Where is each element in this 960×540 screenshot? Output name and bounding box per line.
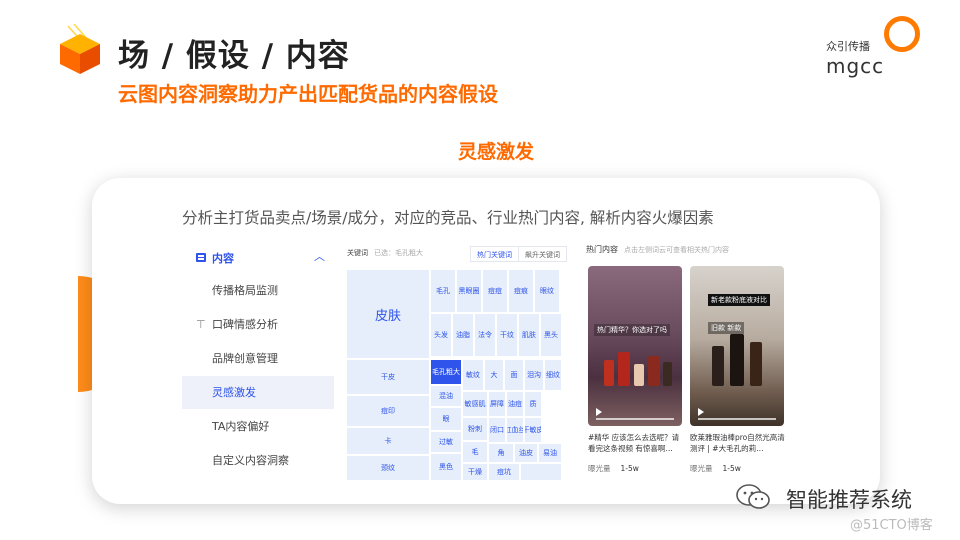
menu-item-sentiment[interactable]: ⊤ 口碑情感分析 — [182, 308, 334, 341]
video-controls — [588, 396, 682, 426]
treemap-cell[interactable]: 肌肤 — [519, 314, 539, 356]
chevron-up-icon[interactable]: ︿ — [314, 248, 325, 264]
menu-item-label: 口碑情感分析 — [212, 318, 278, 331]
video-metric: 曝光量 1-5w — [588, 463, 639, 474]
treemap-cell[interactable]: 屏障 — [489, 392, 505, 416]
menu-item-spread-monitor[interactable]: 传播格局监测 — [182, 274, 334, 307]
video-card[interactable]: 热门精华？你选对了吗 — [588, 266, 682, 426]
treemap-cell[interactable]: 干皮 — [347, 360, 429, 394]
metric-label: 曝光量 — [690, 464, 713, 473]
treemap-cell[interactable]: 法令 — [475, 314, 495, 356]
treemap-cell[interactable]: 敏感肌 — [463, 392, 487, 416]
treemap-cell[interactable]: 面 — [505, 360, 523, 390]
slide: 场 / 假设 / 内容 云图内容洞察助力产出匹配货品的内容假设 众引传播 mgc… — [0, 0, 960, 540]
card-headline: 分析主打货品卖点/场景/成分，对应的竞品、行业热门内容, 解析内容火爆因素 — [182, 209, 714, 227]
screenshot-card: 分析主打货品卖点/场景/成分，对应的竞品、行业热门内容, 解析内容火爆因素 内容… — [92, 178, 880, 504]
treemap-cell[interactable]: 干纹 — [497, 314, 517, 356]
treemap-cell[interactable]: 混油 — [431, 386, 461, 406]
brand-cn: 众引传播 — [826, 40, 870, 53]
brand-ring-icon — [884, 16, 920, 52]
treemap-cell[interactable]: 颈纹 — [347, 456, 429, 480]
video-overlay-subtext: 旧款 新款 — [708, 322, 745, 334]
keyword-treemap: 皮肤 毛孔 黑眼圈 痘痘 痘痕 眼纹头发 油脂 法令 干纹 肌肤 黑头干皮 毛孔粗大 敏纹大面泪沟 细纹痘… — [347, 270, 567, 480]
treemap-cell[interactable]: 闭口 — [489, 418, 505, 442]
keyword-label: 关键词 — [347, 249, 368, 257]
tab-hot-keywords[interactable]: 热门关键词 — [471, 247, 519, 261]
metric-label: 曝光量 — [588, 464, 611, 473]
section-title: 灵感激发 — [458, 141, 535, 163]
progress-bar[interactable] — [596, 418, 674, 420]
treemap-cell[interactable]: 眼 — [431, 408, 461, 430]
selected-keyword: 已选：毛孔粗大 — [374, 249, 423, 257]
treemap-cell[interactable]: 泪沟 — [525, 360, 543, 390]
treemap-cell[interactable]: 眼纹 — [535, 270, 559, 312]
video-overlay-text: 热门精华？你选对了吗 — [594, 324, 670, 336]
treemap-cell[interactable]: 油痘 — [507, 392, 523, 416]
treemap-cell[interactable]: 干燥 — [463, 464, 487, 480]
treemap-cell[interactable]: 细纹 — [545, 360, 561, 390]
treemap-cell[interactable]: 粉刺 — [463, 418, 487, 440]
treemap-cell[interactable]: 黑眼圈 — [457, 270, 481, 312]
treemap-cell[interactable]: 干敏皮 — [525, 418, 541, 442]
watermark: @51CTO博客 — [850, 518, 933, 533]
treemap-cell[interactable] — [521, 464, 561, 480]
play-icon[interactable] — [698, 408, 704, 416]
treemap-cell[interactable]: 痘痘 — [483, 270, 507, 312]
treemap-cell[interactable]: 过敏 — [431, 432, 461, 452]
treemap-cell[interactable]: 敏纹 — [463, 360, 483, 390]
treemap-cell[interactable]: 痘坑 — [489, 464, 519, 480]
treemap-cell[interactable]: 大 — [485, 360, 503, 390]
content-icon — [196, 253, 206, 262]
hot-content-hint: 点击左侧词云可查看相关热门内容 — [624, 246, 729, 254]
page-title: 场 / 假设 / 内容 — [118, 38, 350, 74]
treemap-cell[interactable]: 红血丝 — [507, 418, 523, 442]
progress-bar[interactable] — [698, 418, 776, 420]
treemap-cell[interactable]: 黑色 — [431, 454, 461, 480]
treemap-cell[interactable]: 毛孔粗大 — [431, 360, 461, 384]
treemap-cell[interactable]: 质 — [525, 392, 541, 416]
treemap-cell[interactable]: 油脂 — [453, 314, 473, 356]
treemap-cell[interactable]: 痘痕 — [509, 270, 533, 312]
treemap-cell[interactable]: 油皮 — [515, 444, 537, 462]
hot-content-title: 热门内容 — [586, 245, 618, 254]
menu-item-inspiration[interactable]: 灵感激发 — [182, 376, 334, 409]
hot-content-panel: 热门内容 点击左侧词云可查看相关热门内容 热门精华？你选对了吗 新老款粉底液对比 … — [576, 238, 794, 484]
treemap-cell[interactable]: 头发 — [431, 314, 451, 356]
play-icon[interactable] — [596, 408, 602, 416]
treemap-cell[interactable]: 角 — [489, 444, 513, 462]
metric-value: 1-5w — [620, 464, 639, 473]
menu-group-content[interactable]: 内容 ︿ — [182, 240, 334, 274]
cube-logo-icon — [60, 24, 100, 74]
video-overlay-text: 新老款粉底液对比 — [708, 294, 770, 306]
keyword-tabs: 热门关键词 飙升关键词 — [470, 246, 567, 262]
video-metric: 曝光量 1-5w — [690, 463, 741, 474]
pin-icon[interactable]: ⊤ — [196, 308, 206, 341]
treemap-cell[interactable]: 卡 — [347, 428, 429, 454]
menu-item-custom-insight[interactable]: 自定义内容洞察 — [182, 444, 334, 477]
page-subtitle: 云图内容洞察助力产出匹配货品的内容假设 — [118, 82, 498, 106]
side-menu: 内容 ︿ 传播格局监测 ⊤ 口碑情感分析 品牌创意管理 灵感激发 TA内容偏好 … — [182, 240, 334, 467]
treemap-cell[interactable]: 黑头 — [541, 314, 561, 356]
treemap-header: 关键词 已选：毛孔粗大 — [347, 248, 423, 258]
menu-item-ta-preference[interactable]: TA内容偏好 — [182, 410, 334, 443]
brand-logo: 众引传播 mgcc — [826, 14, 936, 78]
treemap-cell[interactable]: 毛 — [463, 442, 487, 462]
wechat-icon — [736, 484, 770, 509]
menu-item-creative[interactable]: 品牌创意管理 — [182, 342, 334, 375]
treemap-cell[interactable]: 痘印 — [347, 396, 429, 426]
hot-content-header: 热门内容 点击左侧词云可查看相关热门内容 — [586, 244, 729, 255]
video-card[interactable]: 新老款粉底液对比 旧款 新款 — [690, 266, 784, 426]
menu-group-label: 内容 — [212, 252, 234, 265]
video-controls — [690, 396, 784, 426]
footer-account-name: 智能推荐系统 — [786, 488, 912, 512]
video-title[interactable]: 欧莱雅瑕油棒pro自然光高清测评 | #大毛孔的莉… — [690, 432, 786, 454]
treemap-cell[interactable]: 毛孔 — [431, 270, 455, 312]
video-title[interactable]: #精华 应该怎么去选呢？请看完这条视频 有惊喜啊… — [588, 432, 684, 454]
treemap-cell[interactable]: 易油 — [539, 444, 561, 462]
brand-en: mgcc — [826, 54, 885, 78]
metric-value: 1-5w — [722, 464, 741, 473]
tab-rising-keywords[interactable]: 飙升关键词 — [519, 247, 566, 261]
treemap-cell[interactable]: 皮肤 — [347, 270, 429, 358]
